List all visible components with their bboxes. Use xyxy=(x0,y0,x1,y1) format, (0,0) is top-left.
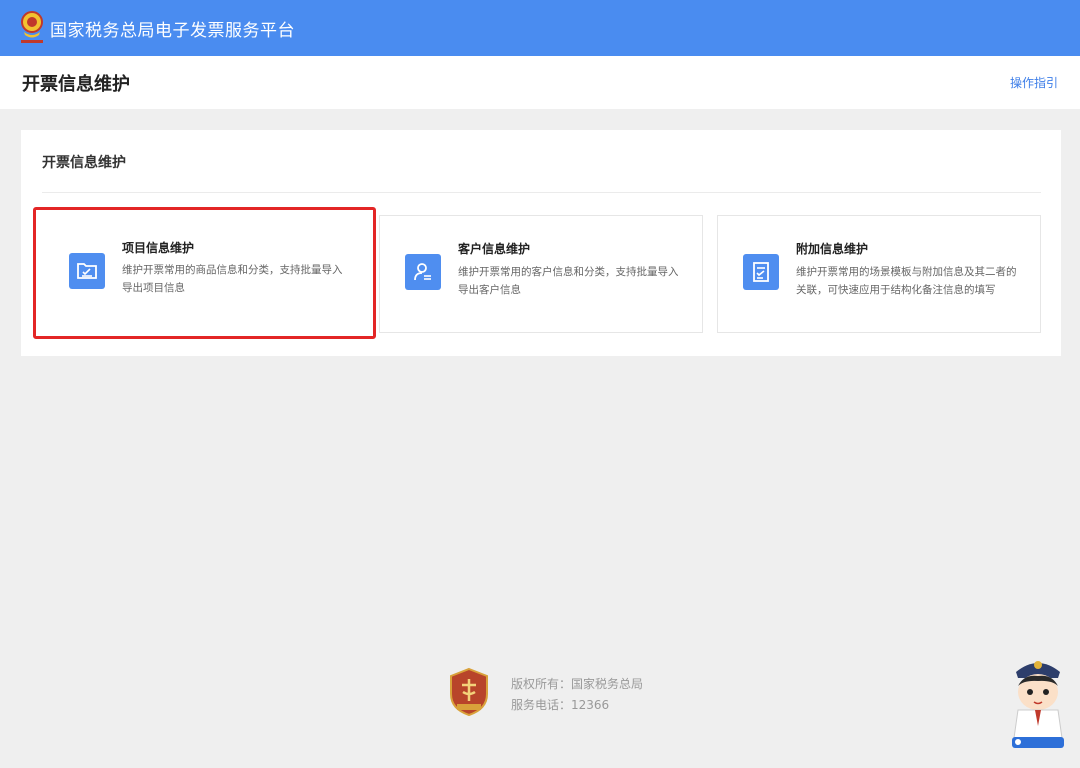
panel-divider xyxy=(42,192,1041,193)
card-item-info[interactable]: 项目信息维护 维护开票常用的商品信息和分类，支持批量导入导出项目信息 xyxy=(33,207,376,339)
card-description: 维护开票常用的场景模板与附加信息及其二者的关联，可快速应用于结构化备注信息的填写 xyxy=(796,266,1017,296)
tax-emblem-icon xyxy=(21,11,43,43)
card-customer-info[interactable]: 客户信息维护 维护开票常用的客户信息和分类，支持批量导入导出客户信息 xyxy=(379,215,703,333)
card-name: 项目信息维护 xyxy=(122,241,195,255)
operation-guide-link[interactable]: 操作指引 xyxy=(1010,74,1058,91)
footer-phone: 服务电话：12366 xyxy=(511,698,610,712)
platform-title: 国家税务总局电子发票服务平台 xyxy=(50,20,295,41)
folder-edit-icon xyxy=(69,253,105,289)
tax-shield-logo-icon xyxy=(450,667,488,717)
footer-info: 版权所有：国家税务总局 服务电话：12366 xyxy=(511,674,643,716)
assistant-mascot-icon[interactable] xyxy=(1004,650,1072,750)
top-header-bar: 国家税务总局电子发票服务平台 xyxy=(0,0,1080,56)
card-additional-info[interactable]: 附加信息维护 维护开票常用的场景模板与附加信息及其二者的关联，可快速应用于结构化… xyxy=(717,215,1041,333)
contact-card-icon xyxy=(405,254,441,290)
page-header: 开票信息维护 操作指引 xyxy=(0,56,1080,109)
footer-copyright: 版权所有：国家税务总局 xyxy=(511,677,644,691)
info-maintenance-panel: 开票信息维护 项目信息维护 维护开票常用的商品信息和分类，支持批量导入导出项目信… xyxy=(21,130,1061,356)
card-name: 附加信息维护 xyxy=(796,242,869,256)
card-name: 客户信息维护 xyxy=(458,242,531,256)
document-edit-icon xyxy=(743,254,779,290)
card-description: 维护开票常用的商品信息和分类，支持批量导入导出项目信息 xyxy=(122,264,343,294)
page-title: 开票信息维护 xyxy=(22,73,130,95)
panel-title: 开票信息维护 xyxy=(42,155,126,171)
card-description: 维护开票常用的客户信息和分类，支持批量导入导出客户信息 xyxy=(458,266,679,296)
